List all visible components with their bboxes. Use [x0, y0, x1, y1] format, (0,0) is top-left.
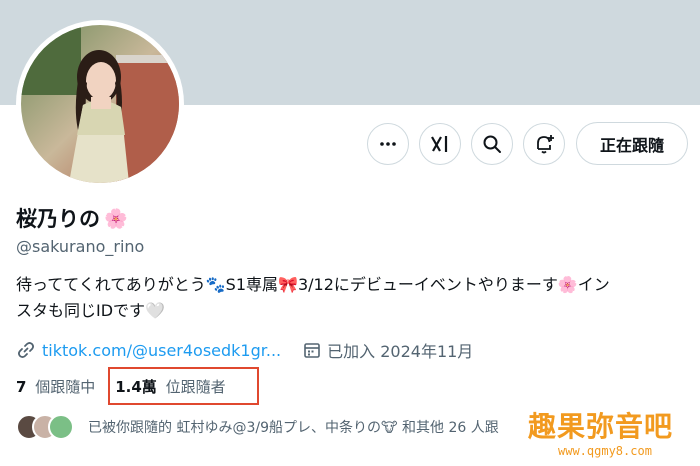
avatar-photo: [21, 25, 179, 183]
bell-plus-icon: [537, 135, 554, 154]
search-icon: [483, 135, 501, 153]
calendar-icon: [304, 343, 320, 358]
bio-line-1: 待っててくれてありがとう🐾S1専属🎀3/12にデビューイベントやりまーす🌸イン: [16, 275, 610, 294]
followers-highlight-box: [108, 367, 259, 405]
joined-text: 已加入 2024年11月: [327, 342, 474, 361]
watermark-url: www.qgmy8.com: [558, 444, 652, 458]
search-profile-button[interactable]: [471, 123, 513, 165]
display-name: 桜乃りの 🌸: [16, 203, 128, 233]
grok-icon: [431, 136, 448, 152]
profile-meta: tiktok.com/@user4osedk1gr... 已加入 2024年11…: [16, 338, 473, 362]
followed-by-text: 已被你跟隨的 虹村ゆみ@3/9船プレ、中条りの🐮 和其他 26 人跟: [88, 420, 499, 436]
mutual-avatar-3: [48, 414, 74, 440]
notify-button[interactable]: [523, 123, 565, 165]
profile-link[interactable]: tiktok.com/@user4osedk1gr...: [42, 341, 281, 360]
following-label: 個跟隨中: [35, 378, 96, 396]
bio-line-2: スタも同じIDです🤍: [16, 301, 165, 320]
site-watermark: 趣果弥音吧 www.qgmy8.com: [528, 405, 696, 463]
following-count: 7: [16, 378, 27, 396]
profile-avatar[interactable]: [21, 25, 179, 183]
grok-button[interactable]: [419, 123, 461, 165]
profile-bio: 待っててくれてありがとう🐾S1専属🎀3/12にデビューイベントやりまーす🌸イン …: [16, 272, 688, 324]
link-icon: [18, 342, 34, 358]
more-options-button[interactable]: [367, 123, 409, 165]
display-name-text: 桜乃りの: [16, 207, 100, 231]
user-handle: @sakurano_rino: [16, 237, 145, 256]
following-link[interactable]: 7 個跟隨中: [16, 376, 95, 397]
mutual-avatars: [16, 414, 76, 440]
cherry-blossom-emoji: 🌸: [104, 207, 128, 230]
joined-date: 已加入 2024年11月: [303, 338, 473, 362]
more-horizontal-icon: [380, 142, 396, 146]
followers-you-know[interactable]: 已被你跟隨的 虹村ゆみ@3/9船プレ、中条りの🐮 和其他 26 人跟: [16, 414, 499, 440]
watermark-title: 趣果弥音吧: [528, 410, 674, 443]
following-button[interactable]: 正在跟隨: [576, 122, 688, 165]
